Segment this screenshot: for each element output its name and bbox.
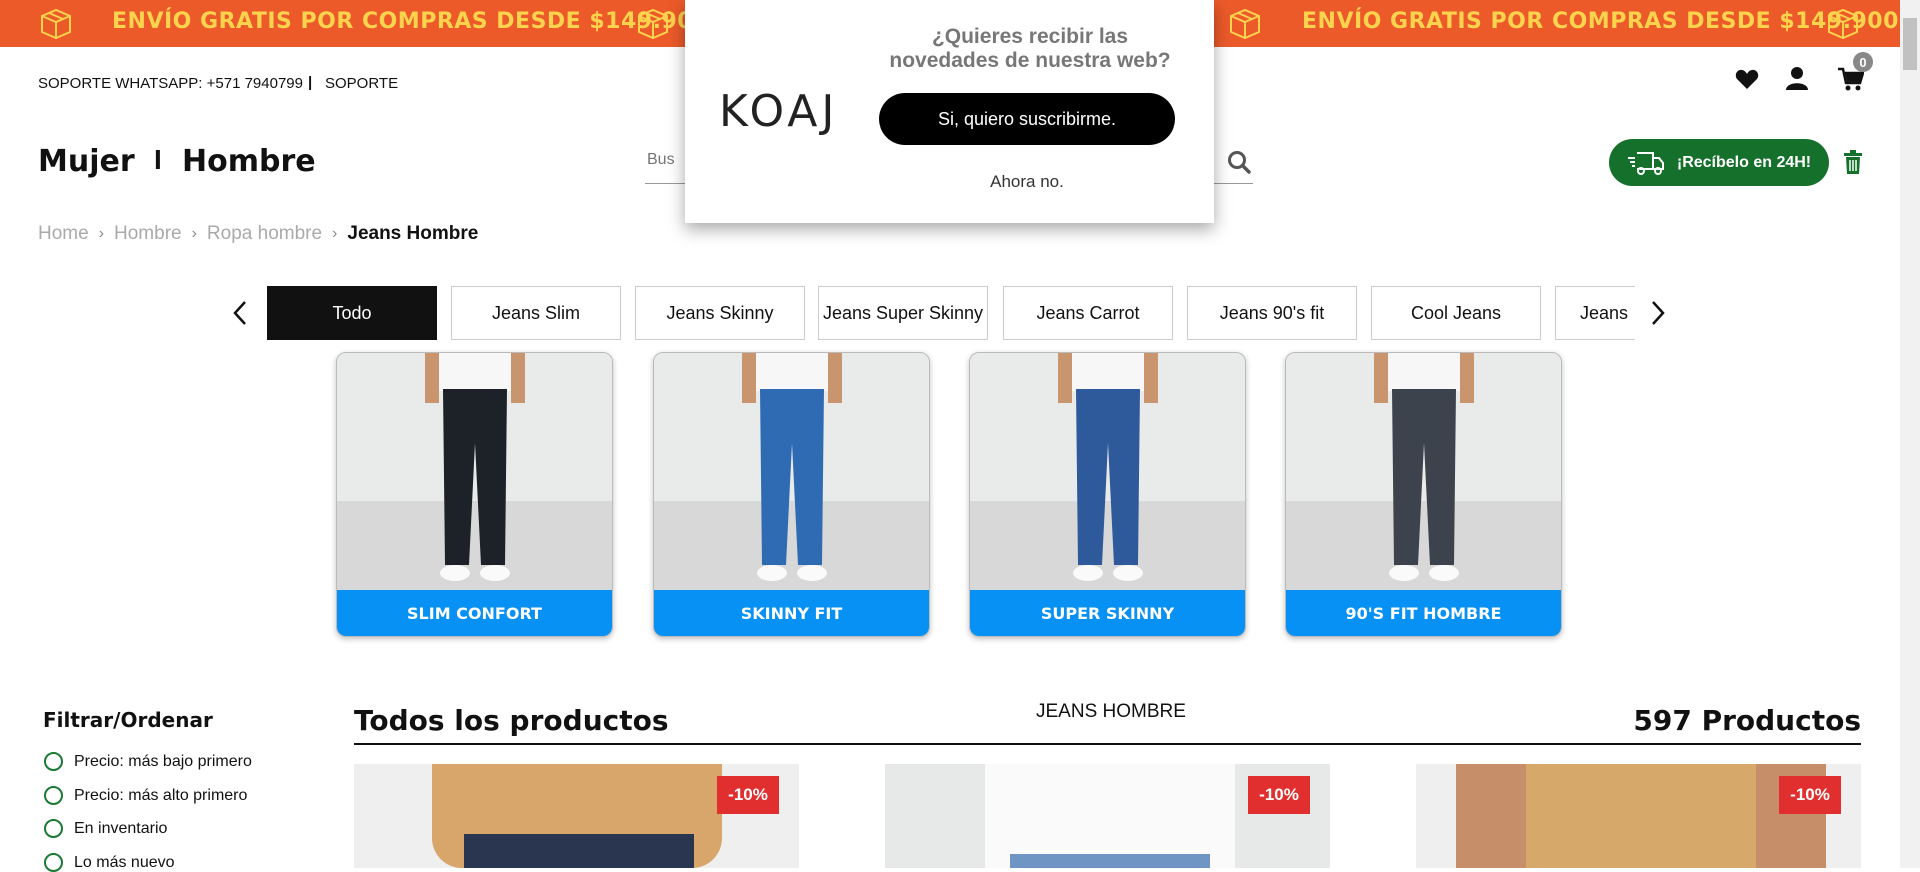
product-card[interactable]: -10% (885, 764, 1330, 868)
jeans-model-figure (742, 353, 842, 581)
cart-count-badge: 0 (1853, 52, 1873, 72)
category-label: 90'S FIT HOMBRE (1286, 590, 1561, 636)
chevron-right-icon: › (98, 225, 105, 242)
tab-jeans[interactable]: Jeans (1555, 286, 1635, 340)
radio-in-stock[interactable] (44, 819, 63, 838)
support-whatsapp-link[interactable]: SOPORTE WHATSAPP: +571 7940799 (38, 75, 303, 92)
category-label: SUPER SKINNY (970, 590, 1245, 636)
filter-option-label: Precio: más bajo primero (74, 753, 252, 770)
package-icon (1230, 8, 1260, 40)
breadcrumb-current: Jeans Hombre (347, 223, 479, 244)
user-icon[interactable] (1786, 66, 1808, 90)
package-icon (41, 8, 71, 40)
filter-title: Filtrar/Ordenar (43, 708, 213, 732)
products-title: Todos los productos (354, 704, 669, 737)
jeans-model-figure (425, 353, 525, 581)
category-card[interactable]: SUPER SKINNY (969, 352, 1246, 637)
category-card[interactable]: SKINNY FIT (653, 352, 930, 637)
product-image (1010, 854, 1210, 868)
heart-icon[interactable] (1735, 68, 1759, 90)
chevron-right-icon: › (332, 225, 338, 242)
breadcrumb-home[interactable]: Home (38, 223, 89, 245)
chevron-right-icon[interactable] (1650, 300, 1666, 326)
breadcrumb-ropa-hombre[interactable]: Ropa hombre (207, 223, 322, 245)
tab-jeans-skinny[interactable]: Jeans Skinny (635, 286, 805, 340)
filter-option-label: Precio: más alto primero (74, 787, 248, 804)
nav-men-link[interactable]: Hombre (182, 144, 316, 179)
koaj-logo: KOAJ (719, 86, 839, 137)
tab-strip: Todo Jeans Slim Jeans Skinny Jeans Super… (267, 280, 1635, 346)
product-card[interactable]: -10% (354, 764, 799, 868)
product-image (464, 834, 694, 868)
category-card[interactable]: 90'S FIT HOMBRE (1285, 352, 1562, 637)
tab-jeans-carrot[interactable]: Jeans Carrot (1003, 286, 1173, 340)
tab-jeans-slim[interactable]: Jeans Slim (451, 286, 621, 340)
radio-price-low[interactable] (44, 752, 63, 771)
scrollbar[interactable] (1900, 0, 1920, 868)
subscribe-button[interactable]: Si, quiero suscribirme. (879, 93, 1175, 145)
divider (354, 743, 1861, 745)
product-image (1456, 764, 1526, 868)
breadcrumb: Home › Hombre › Ropa hombre › Jeans Homb… (38, 223, 478, 245)
products-count: 597 Productos (1633, 704, 1861, 737)
nav-women-link[interactable]: Mujer (38, 144, 135, 179)
tab-todo[interactable]: Todo (267, 286, 437, 340)
discount-badge: -10% (717, 776, 779, 814)
radio-price-high[interactable] (44, 786, 63, 805)
tab-jeans-super-skinny[interactable]: Jeans Super Skinny (818, 286, 988, 340)
delivery-24h-button[interactable]: ¡Recíbelo en 24H! (1609, 139, 1829, 186)
discount-badge: -10% (1779, 776, 1841, 814)
jeans-model-figure (1374, 353, 1474, 581)
support-link[interactable]: SOPORTE (325, 75, 398, 92)
promo-text: ENVÍO GRATIS POR COMPRAS DESDE $149.900 (1302, 9, 1899, 34)
product-card[interactable]: -10% (1416, 764, 1861, 868)
header-separator: | (308, 74, 313, 91)
search-icon[interactable] (1227, 150, 1251, 174)
product-image (1526, 764, 1756, 868)
chevron-right-icon: › (191, 225, 197, 242)
category-label: SKINNY FIT (654, 590, 929, 636)
discount-badge: -10% (1248, 776, 1310, 814)
trash-icon[interactable] (1843, 150, 1863, 174)
package-icon (638, 8, 668, 40)
category-card[interactable]: SLIM CONFORT (336, 352, 613, 637)
tab-jeans-90s-fit[interactable]: Jeans 90's fit (1187, 286, 1357, 340)
chevron-left-icon[interactable] (232, 300, 248, 326)
jeans-model-figure (1058, 353, 1158, 581)
delivery-24h-label: ¡Recíbelo en 24H! (1676, 153, 1812, 171)
subscription-modal: KOAJ ¿Quieres recibir las novedades de n… (685, 0, 1214, 223)
radio-newest[interactable] (44, 853, 63, 872)
filter-option-label: En inventario (74, 820, 168, 837)
filter-option-label: Lo más nuevo (74, 854, 175, 871)
promo-text: ENVÍO GRATIS POR COMPRAS DESDE $149.900 (112, 9, 709, 34)
delivery-truck-icon (1627, 151, 1664, 175)
modal-title: ¿Quieres recibir las novedades de nuestr… (889, 25, 1171, 72)
nav-separator: I (154, 144, 162, 175)
package-icon (1828, 8, 1858, 40)
dismiss-link[interactable]: Ahora no. (879, 172, 1175, 192)
scrollbar-thumb[interactable] (1903, 18, 1917, 70)
breadcrumb-hombre[interactable]: Hombre (114, 223, 182, 245)
products-category-label: JEANS HOMBRE (1036, 701, 1186, 722)
product-image (985, 764, 1235, 868)
tab-cool-jeans[interactable]: Cool Jeans (1371, 286, 1541, 340)
category-label: SLIM CONFORT (337, 590, 612, 636)
